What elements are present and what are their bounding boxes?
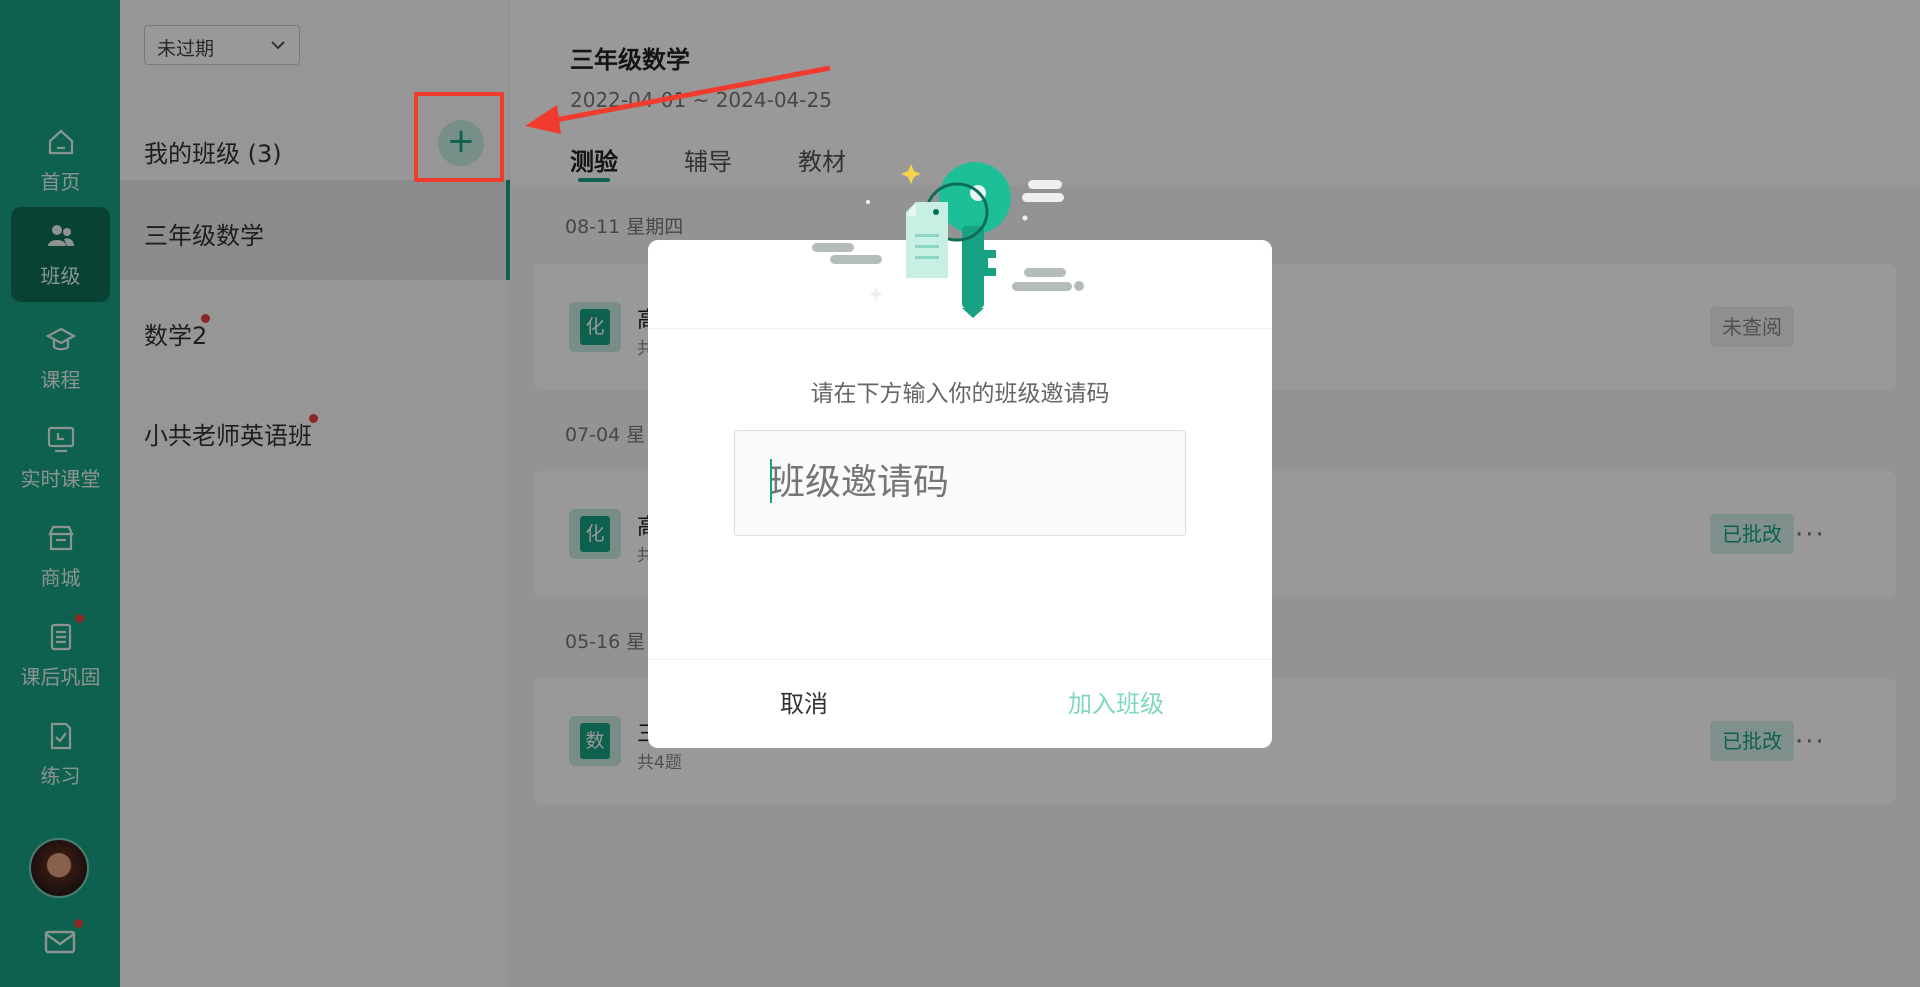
divider — [648, 328, 1272, 329]
text-cursor — [770, 459, 772, 503]
annotation-highlight-box — [414, 92, 504, 182]
invite-code-prompt: 请在下方输入你的班级邀请码 — [810, 381, 1110, 407]
cancel-button[interactable]: 取消 — [648, 660, 960, 748]
key-illustration-icon — [812, 162, 1084, 318]
annotation-arrow-icon — [525, 65, 831, 134]
join-class-button[interactable]: 加入班级 — [960, 660, 1272, 748]
invite-code-input[interactable] — [734, 430, 1186, 536]
